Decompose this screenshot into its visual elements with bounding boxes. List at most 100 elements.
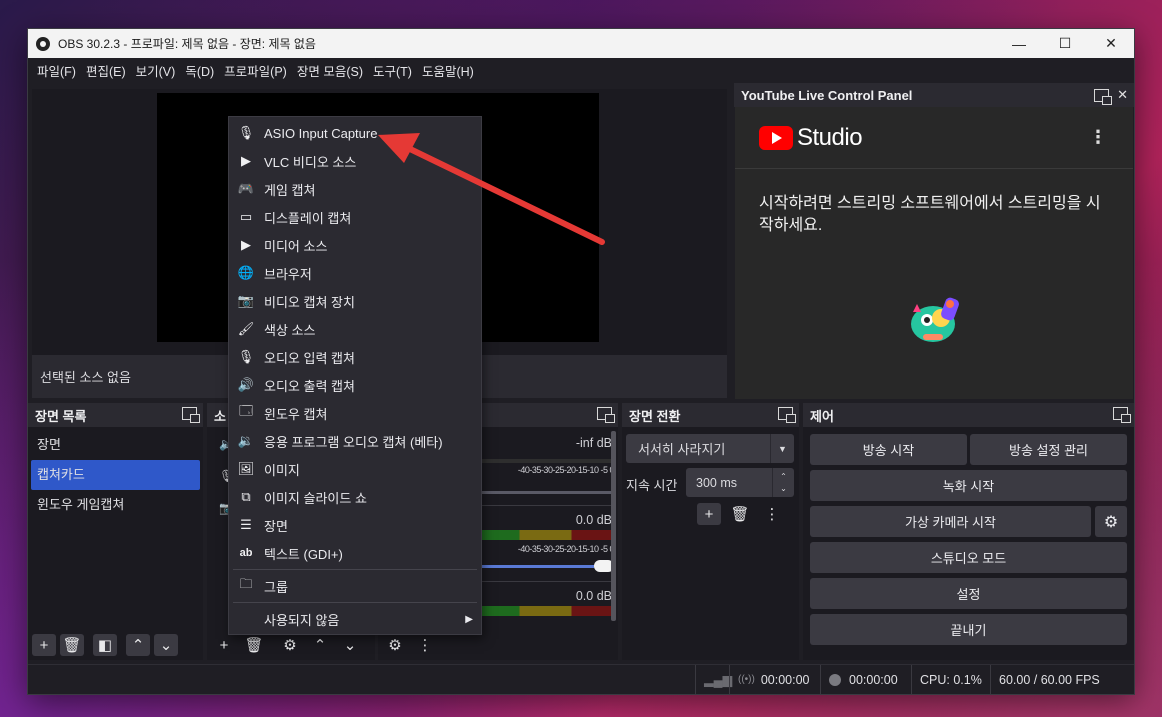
move-source-down-button[interactable]: ⌄ bbox=[337, 634, 363, 656]
submenu-arrow-icon: ▶ bbox=[465, 613, 473, 625]
maximize-button[interactable]: ☐ bbox=[1042, 29, 1088, 58]
menu-item-group[interactable]: 🗀 그룹 bbox=[229, 572, 481, 600]
add-scene-button[interactable]: + bbox=[32, 634, 56, 656]
add-transition-button[interactable]: + bbox=[697, 503, 721, 525]
image-icon: 🖼 bbox=[237, 461, 255, 476]
scenes-header: 장면 목록 bbox=[28, 403, 203, 427]
remove-transition-button[interactable]: 🗑 bbox=[727, 503, 753, 525]
menu-item-display-capture[interactable]: ▭ 디스플레이 캡쳐 bbox=[229, 203, 481, 231]
menu-tools[interactable]: 도구(T) bbox=[368, 61, 417, 80]
yt-studio-header: Studio ⋮ bbox=[735, 107, 1133, 169]
menu-item-text-gdi[interactable]: ab 텍스트 (GDI+) bbox=[229, 539, 481, 567]
yt-message: 시작하려면 스트리밍 소프트웨어에서 스트리밍을 시작하세요. bbox=[759, 195, 1101, 234]
menu-item-browser[interactable]: 🌐 브라우저 bbox=[229, 259, 481, 287]
menu-item-application-audio-capture[interactable]: 🔉 응용 프로그램 오디오 캡쳐 (베타) bbox=[229, 427, 481, 455]
text-icon: ab bbox=[239, 547, 253, 559]
slideshow-icon: ⧉ bbox=[241, 489, 251, 504]
no-source-label: 선택된 소스 없음 bbox=[40, 370, 131, 385]
menu-item-game-capture[interactable]: 🎮 게임 캡쳐 bbox=[229, 175, 481, 203]
menu-item-window-capture[interactable]: 🗔 윈도우 캡쳐 bbox=[229, 399, 481, 427]
menu-docks[interactable]: 독(D) bbox=[180, 61, 219, 80]
transition-menu-button[interactable]: ⋮ bbox=[759, 503, 785, 525]
window-icon: 🗔 bbox=[238, 403, 254, 418]
menu-item-video-capture-device[interactable]: 📷 비디오 캡쳐 장치 bbox=[229, 287, 481, 315]
add-source-button[interactable]: + bbox=[211, 634, 237, 656]
more-options-icon[interactable]: ⋮ bbox=[1089, 127, 1107, 148]
menu-item-image[interactable]: 🖼 이미지 bbox=[229, 455, 481, 483]
scene-item[interactable]: 장면 bbox=[28, 430, 203, 460]
undock-icon[interactable] bbox=[182, 407, 200, 423]
start-recording-button[interactable]: 녹화 시작 bbox=[810, 470, 1127, 501]
start-virtual-camera-button[interactable]: 가상 카메라 시작 bbox=[810, 506, 1091, 537]
move-scene-up-button[interactable]: ⌃ bbox=[126, 634, 150, 656]
undock-icon[interactable] bbox=[597, 407, 615, 423]
menu-item-deprecated[interactable]: 사용되지 않음 ▶ bbox=[229, 605, 481, 633]
duration-spinbox[interactable]: 300 ms ⌃ ⌄ bbox=[686, 468, 794, 497]
youtube-dock-header: YouTube Live Control Panel ✕ bbox=[734, 83, 1134, 107]
menu-item-vlc-video-source[interactable]: ▶ VLC 비디오 소스 bbox=[229, 147, 481, 175]
youtube-logo-icon bbox=[759, 125, 793, 150]
broadcast-icon: ((•)) bbox=[738, 674, 755, 685]
menu-view[interactable]: 보기(V) bbox=[131, 61, 181, 80]
scene-filters-button[interactable]: ◧ bbox=[93, 634, 117, 656]
move-source-up-button[interactable]: ⌃ bbox=[307, 634, 333, 656]
menu-item-asio-input-capture[interactable]: 🎙 ASIO Input Capture bbox=[229, 119, 481, 147]
dock-close-icon[interactable]: ✕ bbox=[1117, 87, 1128, 103]
menu-item-audio-output-capture[interactable]: 🔊 오디오 출력 캡쳐 bbox=[229, 371, 481, 399]
menu-item-color-source[interactable]: 🖌 색상 소스 bbox=[229, 315, 481, 343]
scene-item[interactable]: 윈도우 게임캡쳐 bbox=[28, 490, 203, 520]
volume-db-label: 0.0 dB bbox=[575, 589, 612, 603]
undock-icon[interactable] bbox=[1113, 407, 1131, 423]
menu-scene-collection[interactable]: 장면 모음(S) bbox=[292, 61, 368, 80]
move-scene-down-button[interactable]: ⌄ bbox=[154, 634, 178, 656]
menu-profile[interactable]: 프로파일(P) bbox=[219, 61, 292, 80]
obs-logo-icon bbox=[36, 36, 50, 51]
stream-time: 00:00:00 bbox=[760, 672, 810, 687]
controls-title: 제어 bbox=[810, 408, 834, 424]
exit-button[interactable]: 끝내기 bbox=[810, 614, 1127, 645]
undock-icon[interactable] bbox=[778, 407, 796, 423]
source-properties-button[interactable]: ⚙ bbox=[277, 634, 303, 656]
remove-source-button[interactable]: 🗑 bbox=[241, 634, 267, 656]
globe-icon: 🌐 bbox=[237, 265, 255, 280]
brush-icon: 🖌 bbox=[237, 321, 255, 336]
menu-separator bbox=[233, 602, 477, 603]
transition-type-select[interactable]: 서서히 사라지기 ▼ bbox=[626, 434, 794, 463]
mixer-menu-button[interactable]: ⋮ bbox=[412, 634, 438, 656]
stepper-icon[interactable]: ⌃ ⌄ bbox=[772, 468, 794, 497]
stream-settings-button[interactable]: 방송 설정 관리 bbox=[970, 434, 1127, 465]
camera-icon: 📷 bbox=[237, 293, 255, 308]
network-signal-icon: ▂▄▆ bbox=[695, 665, 732, 694]
yt-studio-label: Studio bbox=[797, 123, 863, 151]
menu-help[interactable]: 도움말(H) bbox=[417, 61, 479, 80]
undock-icon[interactable] bbox=[1094, 88, 1113, 105]
menu-item-scene[interactable]: ☰ 장면 bbox=[229, 511, 481, 539]
list-icon: ☰ bbox=[240, 517, 252, 532]
remove-scene-button[interactable]: 🗑 bbox=[60, 634, 84, 656]
start-stream-button[interactable]: 방송 시작 bbox=[810, 434, 967, 465]
minimize-button[interactable]: — bbox=[996, 29, 1042, 58]
transitions-header: 장면 전환 bbox=[622, 403, 799, 427]
scene-item-selected[interactable]: 캡쳐카드 bbox=[31, 460, 200, 490]
studio-mode-button[interactable]: 스튜디오 모드 bbox=[810, 542, 1127, 573]
menu-item-image-slideshow[interactable]: ⧉ 이미지 슬라이드 쇼 bbox=[229, 483, 481, 511]
youtube-dock: YouTube Live Control Panel ✕ Studio ⋮ 시작… bbox=[734, 83, 1134, 399]
menu-edit[interactable]: 편집(E) bbox=[81, 61, 131, 80]
transitions-title: 장면 전환 bbox=[629, 408, 681, 424]
volume-db-label: -inf dB bbox=[575, 436, 612, 450]
menu-file[interactable]: 파일(F) bbox=[32, 61, 81, 80]
menu-item-audio-input-capture[interactable]: 🎙 오디오 입력 캡쳐 bbox=[229, 343, 481, 371]
menu-item-media-source[interactable]: ▶ 미디어 소스 bbox=[229, 231, 481, 259]
advanced-audio-settings-button[interactable]: ⚙ bbox=[382, 634, 408, 656]
menu-separator bbox=[233, 569, 477, 570]
cpu-usage: CPU: 0.1% bbox=[911, 665, 989, 694]
settings-button[interactable]: 설정 bbox=[810, 578, 1127, 609]
close-button[interactable]: ✕ bbox=[1088, 29, 1134, 58]
add-source-context-menu: 🎙 ASIO Input Capture ▶ VLC 비디오 소스 🎮 게임 캡쳐 ▭… bbox=[228, 116, 482, 635]
menu-bar: 파일(F) 편집(E) 보기(V) 독(D) 프로파일(P) 장면 모음(S) … bbox=[28, 58, 1134, 82]
mixer-scrollbar[interactable] bbox=[611, 431, 616, 621]
scenes-title: 장면 목록 bbox=[35, 408, 87, 424]
volume-db-label: 0.0 dB bbox=[575, 513, 612, 527]
duration-value: 300 ms bbox=[696, 475, 737, 490]
virtual-camera-settings-button[interactable]: ⚙ bbox=[1095, 506, 1127, 537]
